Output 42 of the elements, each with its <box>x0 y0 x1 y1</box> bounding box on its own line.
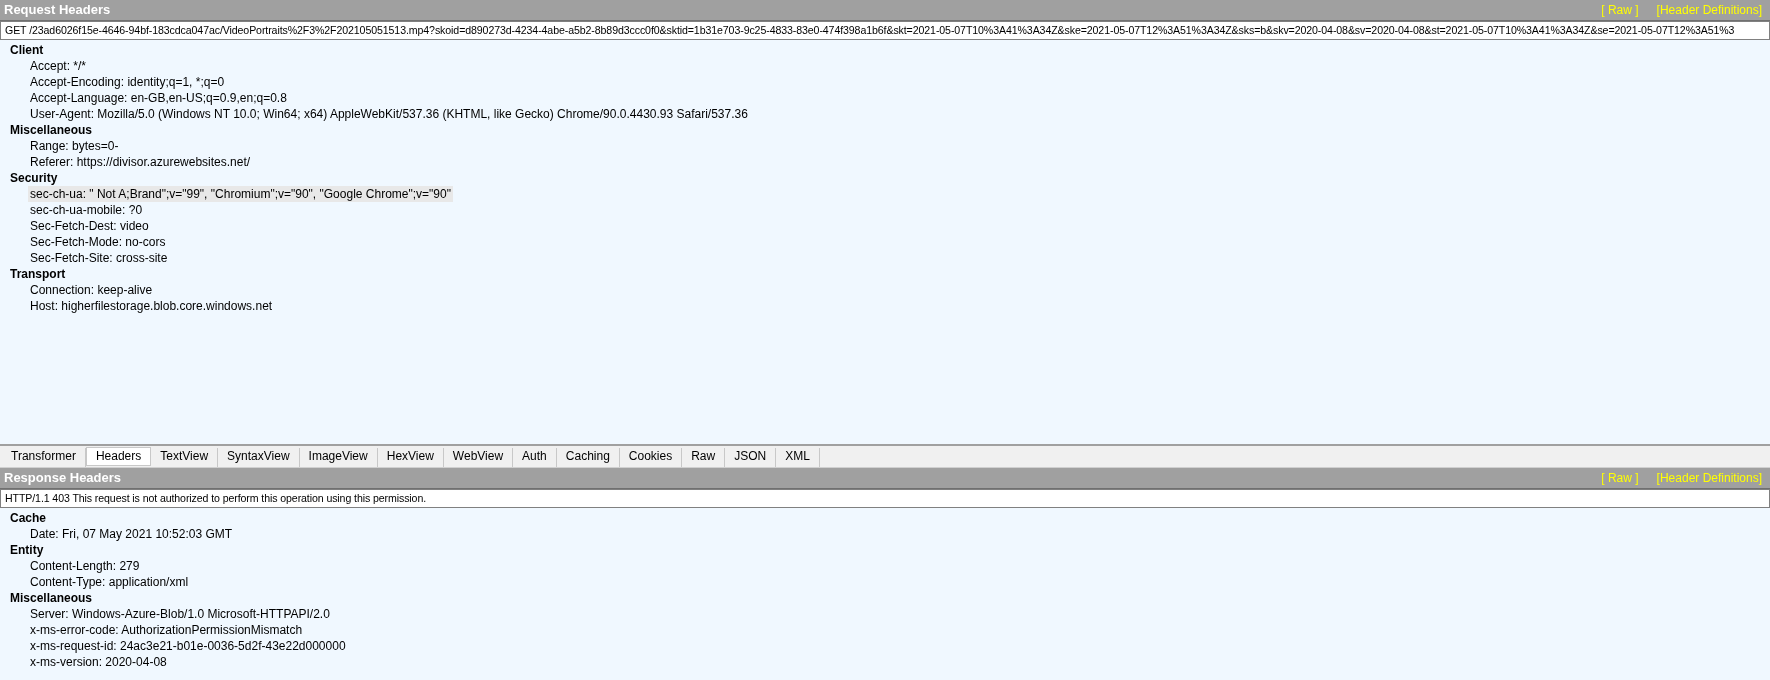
header-row[interactable]: sec-ch-ua-mobile: ?0 <box>28 202 145 218</box>
header-row[interactable]: Server: Windows-Azure-Blob/1.0 Microsoft-HTTPAPI/2.0 <box>28 606 332 622</box>
group-name[interactable]: Miscellaneous <box>10 122 93 138</box>
header-row[interactable]: Referer: https://divisor.azurewebsites.net/ <box>28 154 253 170</box>
group-name[interactable]: Security <box>10 170 58 186</box>
header-row[interactable]: sec-ch-ua: " Not A;Brand";v="99", "Chromium";v="90", "Google Chrome";v="90" <box>28 186 453 202</box>
pane-title: Response Headers <box>4 469 122 488</box>
header-row[interactable]: Host: higherfilestorage.blob.core.windows.net <box>28 298 275 314</box>
inspector-tab[interactable]: Headers <box>85 447 152 466</box>
header-row[interactable]: User-Agent: Mozilla/5.0 (Windows NT 10.0; Win64; x64) AppleWebKit/537.36 (KHTML, like Gecko) Chrome/90.0.4430.93 Safari/537.36 <box>28 106 750 122</box>
header-row[interactable]: Content-Type: application/xml <box>28 574 191 590</box>
header-row[interactable]: Content-Length: 279 <box>28 558 142 574</box>
inspector-tab[interactable]: HexView <box>377 448 444 467</box>
inspector-tab[interactable]: Transformer <box>2 448 86 467</box>
header-row[interactable]: Range: bytes=0- <box>28 138 121 154</box>
inspector-tab[interactable]: Caching <box>556 448 620 467</box>
inspector-tab[interactable]: SyntaxView <box>218 448 300 467</box>
inspector-tab[interactable]: Auth <box>513 448 557 467</box>
inspector-tab[interactable]: WebView <box>443 448 514 467</box>
group-name[interactable]: Client <box>10 42 44 58</box>
header-row[interactable]: Date: Fri, 07 May 2021 10:52:03 GMT <box>28 526 235 542</box>
group-name[interactable]: Entity <box>10 542 44 558</box>
header-row[interactable]: Accept-Encoding: identity;q=1, *;q=0 <box>28 74 227 90</box>
header-row[interactable]: x-ms-request-id: 24ac3e21-b01e-0036-5d2f-43e22d000000 <box>28 638 348 654</box>
group-name[interactable]: Transport <box>10 266 66 282</box>
header-row[interactable]: Connection: keep-alive <box>28 282 155 298</box>
inspector-tab[interactable]: JSON <box>725 448 777 467</box>
header-row[interactable]: Sec-Fetch-Dest: video <box>28 218 151 234</box>
header-row[interactable]: x-ms-version: 2020-04-08 <box>28 654 169 670</box>
inspector-tab[interactable]: TextView <box>151 448 219 467</box>
header-row[interactable]: Accept-Language: en-GB,en-US;q=0.9,en;q=0.8 <box>28 90 289 106</box>
inspector-tab[interactable]: Cookies <box>619 448 683 467</box>
pane-title: Request Headers <box>4 1 111 20</box>
header-row[interactable]: Sec-Fetch-Mode: no-cors <box>28 234 168 250</box>
inspector-tab[interactable]: ImageView <box>299 448 378 467</box>
group-name[interactable]: Cache <box>10 510 47 526</box>
group-name[interactable]: Miscellaneous <box>10 590 93 606</box>
header-row[interactable]: Accept: */* <box>28 58 89 74</box>
inspector-tab[interactable]: Raw <box>682 448 726 467</box>
header-row[interactable]: x-ms-error-code: AuthorizationPermissionMismatch <box>28 622 305 638</box>
header-row[interactable]: Sec-Fetch-Site: cross-site <box>28 250 170 266</box>
inspector-tab[interactable]: XML <box>776 448 820 467</box>
